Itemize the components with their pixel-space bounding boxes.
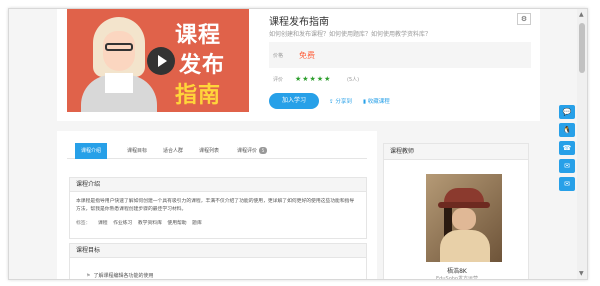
wechat-icon[interactable]: ✉	[559, 159, 575, 173]
course-header: 课程 发布 指南 课程发布指南 ⚙ 如何创建和发布课程？如何使用题库？如何使用教…	[57, 9, 540, 121]
price-box: 价格 免费	[269, 42, 531, 68]
cover-illustration-glasses	[105, 43, 133, 51]
goals-panel: 课程目标 ⚑ 了解课程编辑各功能的使用	[69, 243, 367, 279]
tags-label: 标签：	[76, 221, 91, 226]
teacher-name[interactable]: 梧浩8K	[384, 266, 530, 275]
intro-panel: 课程介绍 本课程是指导用户快速了解如何创建一个具有吸引力的课程，丰满不仅介绍了功…	[69, 177, 367, 239]
chat-icon[interactable]: 💬	[559, 105, 575, 119]
phone-icon[interactable]: ☎	[559, 141, 575, 155]
price-label: 价格	[273, 53, 284, 59]
favorite-link[interactable]: ▮ 收藏课程	[363, 97, 390, 105]
teacher-heading: 课程教师	[384, 144, 528, 160]
tag-item[interactable]: 教学资料库	[138, 221, 162, 226]
scroll-down-icon[interactable]: ▼	[579, 270, 584, 277]
teacher-role: EduSoho发方运营	[436, 276, 478, 280]
tab-audience[interactable]: 适合人群	[163, 143, 183, 159]
floating-toolbar: 💬 🐧 ☎ ✉ ✉	[559, 105, 575, 195]
tag-item[interactable]: 使用帮助	[167, 221, 186, 226]
course-title: 课程发布指南	[269, 17, 329, 28]
cover-text-line: 指南	[175, 83, 222, 108]
avatar-coat	[440, 230, 490, 262]
course-cover-image[interactable]: 课程 发布 指南	[67, 9, 249, 112]
teacher-panel: 课程教师 梧浩8K EduSoho发方运营	[383, 143, 530, 280]
avatar-face	[452, 208, 476, 230]
tab-lessons[interactable]: 课程列表	[199, 143, 219, 159]
intro-heading: 课程介绍	[70, 178, 366, 192]
qq-icon[interactable]: 🐧	[559, 123, 575, 137]
tag-item[interactable]: 作业练习	[113, 221, 132, 226]
favorite-label: 收藏课程	[367, 99, 390, 105]
scrollbar-thumb[interactable]	[579, 23, 585, 73]
cover-illustration-collar	[105, 73, 133, 93]
course-subtitle: 如何创建和发布课程？如何使用题库？如何使用教学资料库？	[269, 31, 432, 38]
intro-text: 本课程是指导用户快速了解如何创建一个具有吸引力的课程，丰满不仅介绍了功能的使用，…	[76, 199, 355, 212]
teacher-avatar[interactable]	[426, 174, 502, 262]
tab-goals[interactable]: 课程目标	[127, 143, 147, 159]
cover-illustration-face	[103, 31, 135, 71]
join-course-button[interactable]: 加入学习	[269, 93, 319, 109]
play-icon[interactable]	[147, 47, 175, 75]
goal-item-text: 了解课程编辑各功能的使用	[93, 273, 154, 279]
tag-list: 课程 作业练习 教学资料库 使用帮助 题库	[98, 219, 206, 226]
cover-text-line: 课程	[175, 23, 222, 48]
price-value: 免费	[299, 51, 315, 60]
course-main: 课程介绍 课程目标 适合人群 课程列表 课程评价 5 课程介绍 本课程是指导用户快…	[57, 131, 377, 279]
gear-icon[interactable]: ⚙	[517, 13, 531, 25]
browser-frame: 课程 发布 指南 课程发布指南 ⚙ 如何创建和发布课程？如何使用题库？如何使用教…	[8, 8, 588, 280]
goal-item: ⚑ 了解课程编辑各功能的使用	[86, 272, 154, 279]
tab-reviews[interactable]: 课程评价 5	[237, 143, 268, 159]
share-label: 分享到	[335, 99, 352, 105]
rating-stars: ★★★★★	[295, 75, 332, 83]
mail-icon[interactable]: ✉	[559, 177, 575, 191]
share-link[interactable]: ⇪ 分享到	[329, 97, 352, 105]
goals-heading: 课程目标	[70, 244, 366, 258]
flag-icon: ⚑	[86, 273, 91, 279]
rating-label: 评价	[273, 77, 284, 83]
cover-text-line: 发布	[179, 53, 226, 78]
review-count-badge: 5	[259, 147, 268, 154]
tab-intro[interactable]: 课程介绍	[75, 143, 108, 159]
tag-item[interactable]: 题库	[192, 221, 202, 226]
tag-item[interactable]: 课程	[98, 221, 108, 226]
scroll-up-icon[interactable]: ▲	[579, 11, 584, 18]
tab-reviews-label: 课程评价	[237, 148, 258, 154]
course-tabs: 课程介绍 课程目标 适合人群 课程列表 课程评价 5	[67, 143, 367, 159]
scrollbar[interactable]: ▲ ▼	[577, 9, 587, 279]
share-icon: ⇪	[329, 99, 334, 105]
bookmark-icon: ▮	[363, 99, 367, 105]
rating-count: (5人)	[347, 77, 360, 83]
